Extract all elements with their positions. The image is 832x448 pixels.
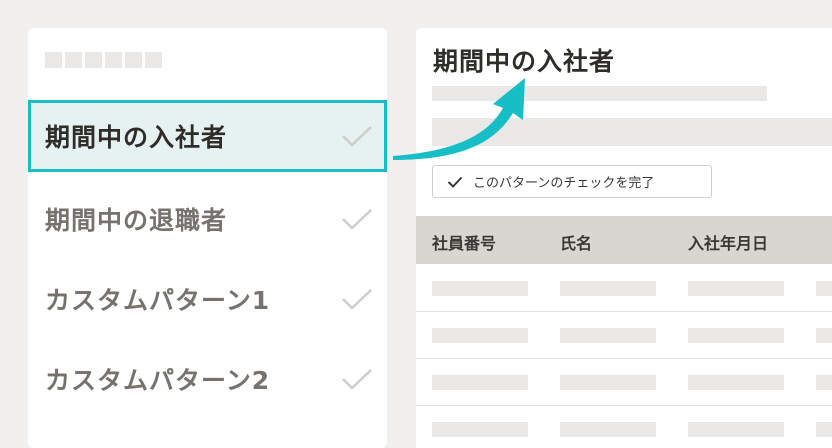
sidebar-item-retirees[interactable]: 期間中の退職者	[28, 183, 387, 255]
sidebar-item-label: カスタムパターン1	[45, 286, 271, 315]
sidebar-item-new-hires[interactable]: 期間中の入社者	[28, 100, 387, 172]
table-row[interactable]	[416, 312, 832, 359]
sidebar-title-placeholder	[45, 52, 162, 68]
check-icon	[342, 126, 372, 147]
table-row[interactable]	[416, 359, 832, 406]
check-icon	[447, 176, 463, 188]
check-icon	[342, 289, 372, 310]
check-icon	[342, 369, 372, 390]
complete-check-button-label: このパターンのチェックを完了	[473, 176, 655, 191]
table-header: 社員番号 氏名 入社年月日	[416, 216, 832, 264]
column-header-hire-date: 入社年月日	[688, 234, 769, 253]
table-row[interactable]	[416, 406, 832, 448]
sidebar: 期間中の入社者 期間中の退職者 カスタムパターン1 カスタムパターン2	[28, 28, 387, 448]
sidebar-item-label: 期間中の入社者	[45, 123, 228, 152]
arrow-icon	[393, 78, 525, 160]
table-row[interactable]	[416, 265, 832, 312]
sidebar-item-custom-pattern-1[interactable]: カスタムパターン1	[28, 263, 387, 335]
column-header-employee-id: 社員番号	[432, 234, 497, 253]
sidebar-item-label: カスタムパターン2	[45, 366, 271, 395]
column-header-name: 氏名	[560, 234, 593, 253]
sidebar-item-custom-pattern-2[interactable]: カスタムパターン2	[28, 343, 387, 415]
check-icon	[342, 209, 372, 230]
sidebar-item-label: 期間中の退職者	[45, 206, 228, 235]
